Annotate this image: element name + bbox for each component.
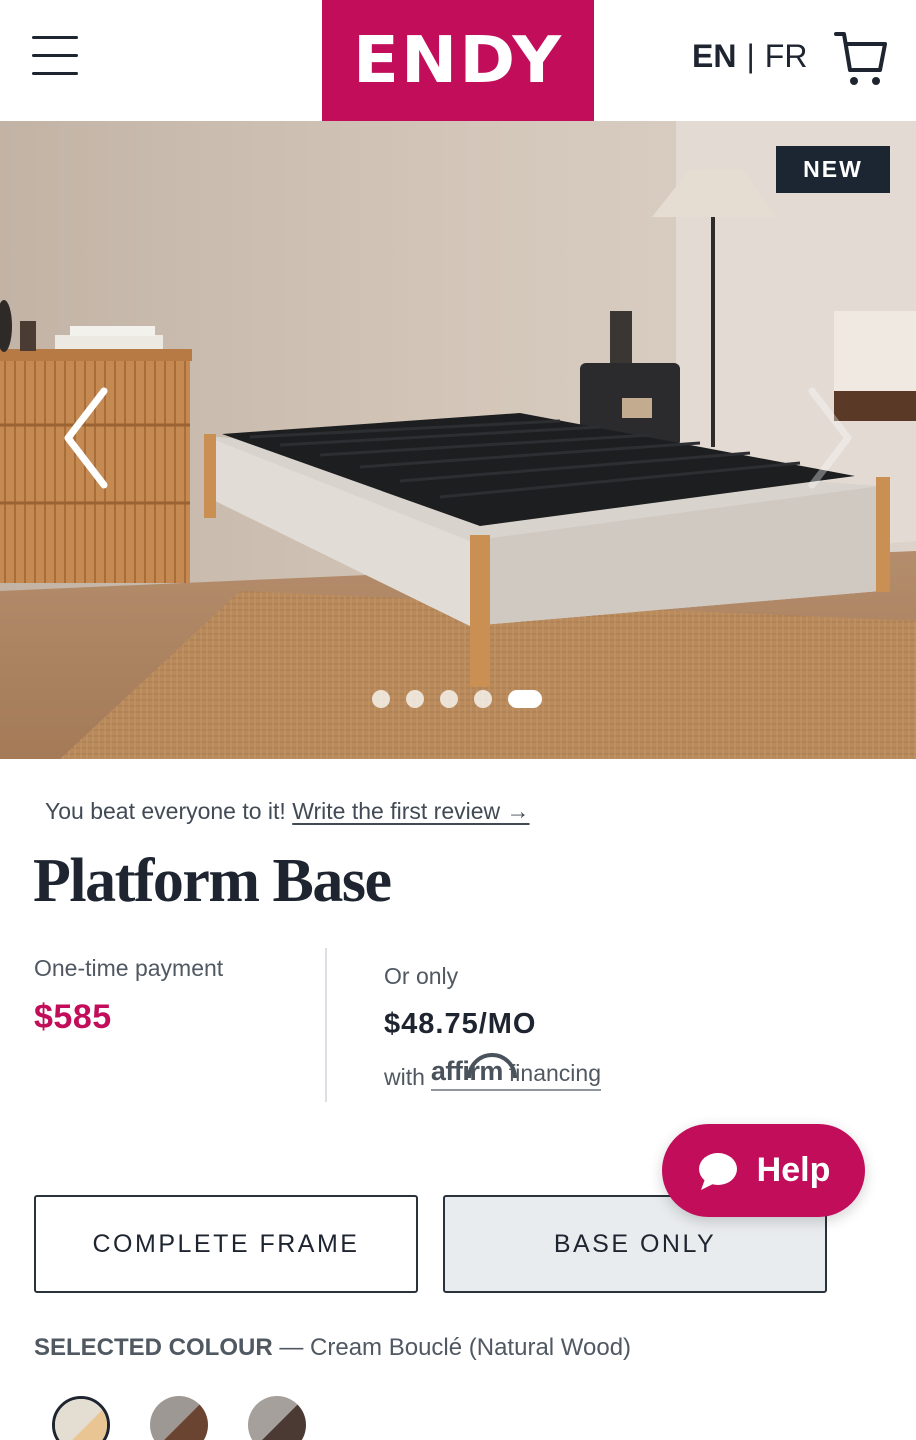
colour-separator: —	[279, 1334, 304, 1361]
affirm-financing-link[interactable]: affirm financing	[430, 1053, 601, 1091]
carousel-dot[interactable]	[440, 690, 458, 708]
complete-frame-option-button[interactable]: COMPLETE FRAME	[34, 1195, 418, 1293]
cart-icon[interactable]	[834, 30, 888, 88]
language-switcher: EN | FR	[692, 38, 807, 75]
colour-swatch-cream-natural[interactable]	[52, 1396, 110, 1440]
colour-swatch-grey-walnut[interactable]	[150, 1396, 208, 1440]
selected-colour-line: SELECTED COLOUR — Cream Bouclé (Natural …	[34, 1334, 631, 1362]
affirm-logo: affirm	[431, 1053, 517, 1087]
endy-logo[interactable]: ENDY	[322, 0, 594, 121]
review-prompt: You beat everyone to it! Write the first…	[45, 798, 530, 825]
carousel-dot-active[interactable]	[508, 690, 542, 708]
bed-room-photo	[0, 121, 916, 759]
carousel-pagination	[372, 690, 542, 708]
help-label: Help	[756, 1151, 831, 1189]
review-prefix: You beat everyone to it!	[45, 798, 286, 824]
lang-en-link[interactable]: EN	[692, 38, 736, 75]
write-review-link[interactable]: Write the first review →	[292, 798, 529, 824]
carousel-dot[interactable]	[406, 690, 424, 708]
help-chat-button[interactable]: Help	[662, 1124, 865, 1217]
chat-bubble-icon	[698, 1152, 737, 1190]
pricing-divider	[325, 948, 327, 1102]
financing-label: Or only	[384, 963, 459, 989]
menu-icon[interactable]	[32, 34, 78, 80]
site-header: ENDY EN | FR	[0, 0, 916, 121]
affirm-arc-icon	[466, 1053, 517, 1079]
financing-line: with affirm financing	[384, 1053, 601, 1091]
carousel-dot[interactable]	[372, 690, 390, 708]
product-image-carousel[interactable]: NEW	[0, 121, 916, 759]
lang-fr-link[interactable]: FR	[765, 38, 808, 75]
logo-text: ENDY	[352, 23, 564, 98]
colour-swatch-grey-dark[interactable]	[248, 1396, 306, 1440]
financing-suffix: financing	[508, 1060, 601, 1086]
carousel-next-arrow-icon[interactable]	[800, 383, 860, 493]
carousel-prev-arrow-icon[interactable]	[56, 383, 116, 493]
carousel-dot[interactable]	[474, 690, 492, 708]
new-badge: NEW	[776, 146, 890, 193]
selected-colour-value: Cream Bouclé (Natural Wood)	[310, 1334, 632, 1361]
lang-separator: |	[746, 38, 755, 74]
financing-prefix: with	[384, 1064, 425, 1090]
product-title: Platform Base	[33, 847, 392, 915]
one-time-price: $585	[34, 998, 112, 1036]
selected-colour-label: SELECTED COLOUR	[34, 1334, 273, 1361]
one-time-payment-label: One-time payment	[34, 955, 224, 981]
financing-price: $48.75/MO	[384, 1008, 537, 1040]
